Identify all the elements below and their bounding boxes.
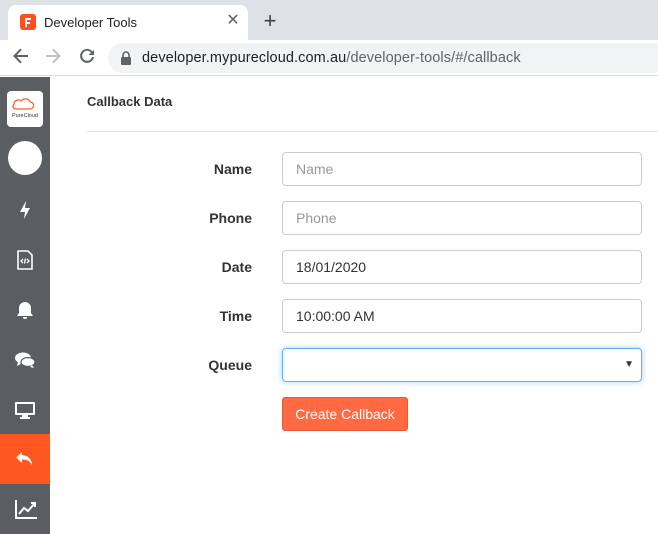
sidebar-item-desktop[interactable] bbox=[0, 385, 50, 435]
sidebar-item-notifications[interactable] bbox=[0, 285, 50, 335]
app-sidebar: PureCloud bbox=[0, 77, 50, 534]
divider bbox=[87, 131, 658, 132]
reply-icon bbox=[16, 452, 32, 465]
url-path: /developer-tools/#/callback bbox=[346, 50, 521, 66]
monitor-icon bbox=[15, 402, 35, 419]
date-label: Date bbox=[221, 259, 252, 275]
chat-icon bbox=[15, 352, 36, 368]
address-bar[interactable]: developer.mypurecloud.com.au/developer-t… bbox=[108, 43, 658, 73]
time-label: Time bbox=[219, 308, 252, 324]
caret-down-icon: ▼ bbox=[624, 359, 634, 370]
queue-label: Queue bbox=[208, 357, 252, 373]
lock-icon[interactable] bbox=[120, 51, 132, 70]
phone-label: Phone bbox=[209, 210, 252, 226]
back-arrow-icon[interactable] bbox=[10, 47, 32, 69]
sidebar-item-code[interactable] bbox=[0, 235, 50, 285]
tab-title: Developer Tools bbox=[44, 15, 137, 30]
bell-icon bbox=[17, 302, 33, 319]
time-field[interactable] bbox=[282, 299, 642, 333]
chart-line-icon bbox=[15, 500, 37, 519]
sidebar-item-api[interactable] bbox=[0, 185, 50, 235]
url-text: developer.mypurecloud.com.au/developer-t… bbox=[142, 50, 521, 66]
new-tab-button[interactable]: + bbox=[260, 10, 280, 32]
browser-tab[interactable]: Developer Tools ✕ bbox=[8, 5, 248, 40]
code-file-icon bbox=[17, 250, 33, 270]
phone-field[interactable] bbox=[282, 201, 642, 235]
sidebar-item-callback[interactable] bbox=[0, 434, 50, 484]
queue-select[interactable]: ▼ bbox=[282, 348, 642, 382]
avatar[interactable] bbox=[8, 141, 42, 175]
browser-tabstrip: Developer Tools ✕ + bbox=[0, 0, 658, 40]
name-field[interactable] bbox=[282, 152, 642, 186]
url-host: developer.mypurecloud.com.au bbox=[142, 50, 347, 66]
date-field[interactable] bbox=[282, 250, 642, 284]
bolt-icon bbox=[20, 201, 30, 219]
sidebar-item-chat[interactable] bbox=[0, 335, 50, 385]
page-title: Callback Data bbox=[87, 94, 173, 109]
browser-toolbar: developer.mypurecloud.com.au/developer-t… bbox=[0, 40, 658, 76]
logo-text: PureCloud bbox=[12, 113, 38, 119]
create-callback-button[interactable]: Create Callback bbox=[282, 397, 408, 431]
name-label: Name bbox=[213, 161, 252, 177]
sidebar-item-analytics[interactable] bbox=[0, 484, 50, 534]
reload-icon[interactable] bbox=[76, 47, 98, 69]
favicon-icon bbox=[20, 14, 36, 30]
forward-arrow-icon[interactable] bbox=[42, 47, 64, 69]
close-tab-icon[interactable]: ✕ bbox=[224, 12, 242, 30]
purecloud-logo[interactable]: PureCloud bbox=[7, 91, 43, 127]
